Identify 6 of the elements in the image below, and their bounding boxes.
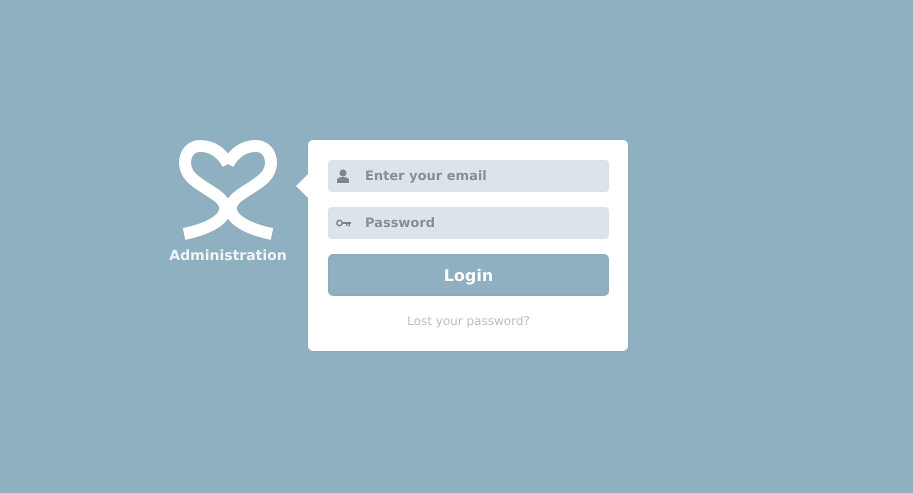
forgot-password-link[interactable]: Lost your password? [407,314,530,328]
brand-name: Administration [169,248,287,264]
password-field[interactable]: Password [328,207,609,239]
login-button[interactable]: Login [328,254,609,296]
logo-icon [178,140,278,240]
email-field[interactable]: Enter your email [328,160,609,192]
